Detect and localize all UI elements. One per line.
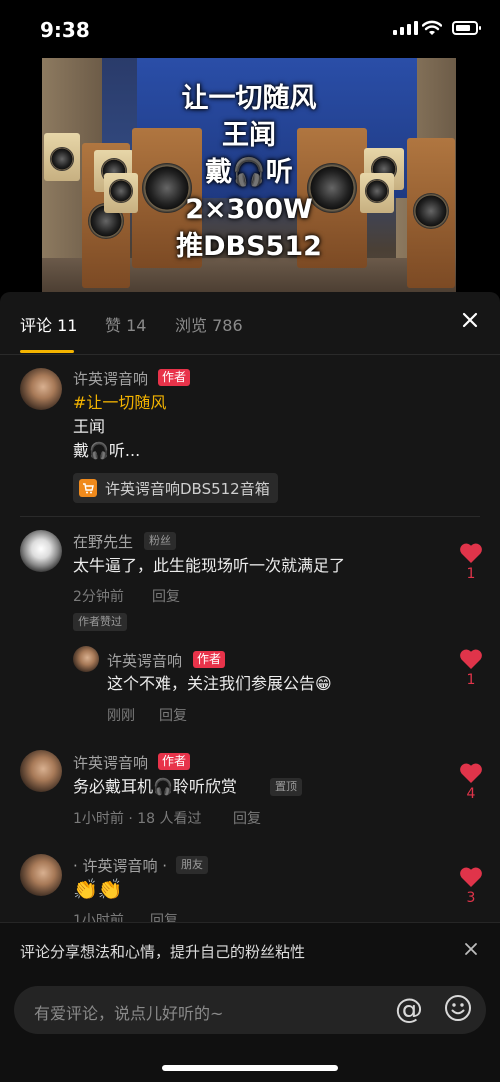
caption-line: 王闻 bbox=[222, 120, 276, 151]
comment-username[interactable]: 在野先生 bbox=[73, 531, 133, 552]
avatar[interactable] bbox=[20, 854, 62, 896]
author-name[interactable]: 许英谔音响 bbox=[73, 368, 148, 389]
tab-comments[interactable]: 评论 11 bbox=[20, 312, 77, 336]
status-bar: 9:38 bbox=[0, 0, 500, 60]
video-caption: 让一切随风 王闻 戴🎧听 2×300W 推DBS512 bbox=[42, 80, 456, 265]
like-count: 1 bbox=[466, 566, 476, 582]
comment-text: 👏👏 bbox=[73, 877, 123, 901]
close-icon[interactable] bbox=[464, 942, 478, 956]
friend-tag: 朋友 bbox=[176, 856, 208, 874]
caption-line: 王闻 bbox=[73, 417, 106, 436]
avatar[interactable] bbox=[20, 750, 62, 792]
caption-line[interactable]: 戴🎧听... bbox=[73, 439, 140, 463]
pinned-tag: 置顶 bbox=[270, 778, 302, 796]
avatar[interactable] bbox=[73, 646, 99, 672]
like-heart-icon[interactable] bbox=[459, 648, 483, 670]
comment-username[interactable]: 许英谔音响 bbox=[107, 650, 182, 671]
comment-time: 刚刚 bbox=[107, 708, 135, 724]
cart-icon bbox=[79, 479, 97, 497]
comment-input-placeholder[interactable]: 有爱评论，说点儿好听的~ bbox=[34, 1000, 223, 1024]
comment-username[interactable]: 许英谔音响 bbox=[73, 752, 148, 773]
like-count: 4 bbox=[466, 786, 476, 802]
battery-icon bbox=[452, 21, 481, 35]
home-indicator[interactable] bbox=[162, 1065, 338, 1071]
author-liked-tag: 作者赞过 bbox=[73, 613, 127, 631]
signal-icon bbox=[393, 21, 418, 35]
video-preview[interactable]: 让一切随风 王闻 戴🎧听 2×300W 推DBS512 bbox=[42, 58, 456, 303]
comment-time: 1小时前 · 18 人看过 bbox=[73, 811, 202, 827]
like-count: 1 bbox=[466, 672, 476, 688]
wifi-icon bbox=[422, 20, 442, 35]
reply-button[interactable]: 回复 bbox=[152, 586, 180, 606]
like-heart-icon[interactable] bbox=[459, 762, 483, 784]
caption-line: 戴🎧听 bbox=[205, 157, 293, 188]
comment-text: 这个不难，关注我们参展公告😁 bbox=[107, 674, 332, 693]
tab-likes[interactable]: 赞 14 bbox=[105, 312, 146, 336]
author-tag: 作者 bbox=[158, 369, 191, 386]
active-tab-indicator bbox=[20, 350, 74, 353]
comment-username[interactable]: · 许英谔音响 · bbox=[73, 855, 167, 876]
author-tag: 作者 bbox=[158, 753, 191, 770]
product-link[interactable]: 许英谔音响DBS512音箱 bbox=[73, 473, 278, 503]
caption-line: 推DBS512 bbox=[176, 231, 322, 262]
avatar[interactable] bbox=[20, 530, 62, 572]
tip-banner: 评论分享想法和心情，提升自己的粉丝粘性 bbox=[0, 922, 500, 979]
mention-button[interactable]: @ bbox=[395, 992, 423, 1025]
caption-line: 让一切随风 bbox=[181, 83, 317, 114]
reply-button[interactable]: 回复 bbox=[159, 705, 187, 725]
comment-text: 务必戴耳机🎧聆听欣赏 bbox=[73, 777, 237, 796]
product-label: 许英谔音响DBS512音箱 bbox=[105, 479, 270, 498]
close-icon[interactable] bbox=[460, 310, 480, 330]
status-time: 9:38 bbox=[40, 18, 90, 42]
emoji-icon[interactable] bbox=[444, 994, 472, 1022]
divider bbox=[20, 516, 480, 517]
caption-line: 2×300W bbox=[185, 194, 313, 225]
like-count: 3 bbox=[466, 890, 476, 906]
comment-time: 2分钟前 bbox=[73, 589, 124, 605]
tab-views[interactable]: 浏览 786 bbox=[175, 312, 243, 336]
tab-bar: 评论 11 赞 14 浏览 786 bbox=[0, 292, 500, 355]
tip-text: 评论分享想法和心情，提升自己的粉丝粘性 bbox=[20, 943, 306, 961]
fan-tag: 粉丝 bbox=[144, 532, 176, 550]
comment-text: 太牛逼了，此生能现场听一次就满足了 bbox=[73, 556, 346, 575]
hashtag-link[interactable]: #让一切随风 bbox=[73, 391, 166, 415]
like-heart-icon[interactable] bbox=[459, 866, 483, 888]
avatar[interactable] bbox=[20, 368, 62, 410]
like-heart-icon[interactable] bbox=[459, 542, 483, 564]
author-tag: 作者 bbox=[193, 651, 226, 668]
reply-button[interactable]: 回复 bbox=[233, 808, 261, 828]
